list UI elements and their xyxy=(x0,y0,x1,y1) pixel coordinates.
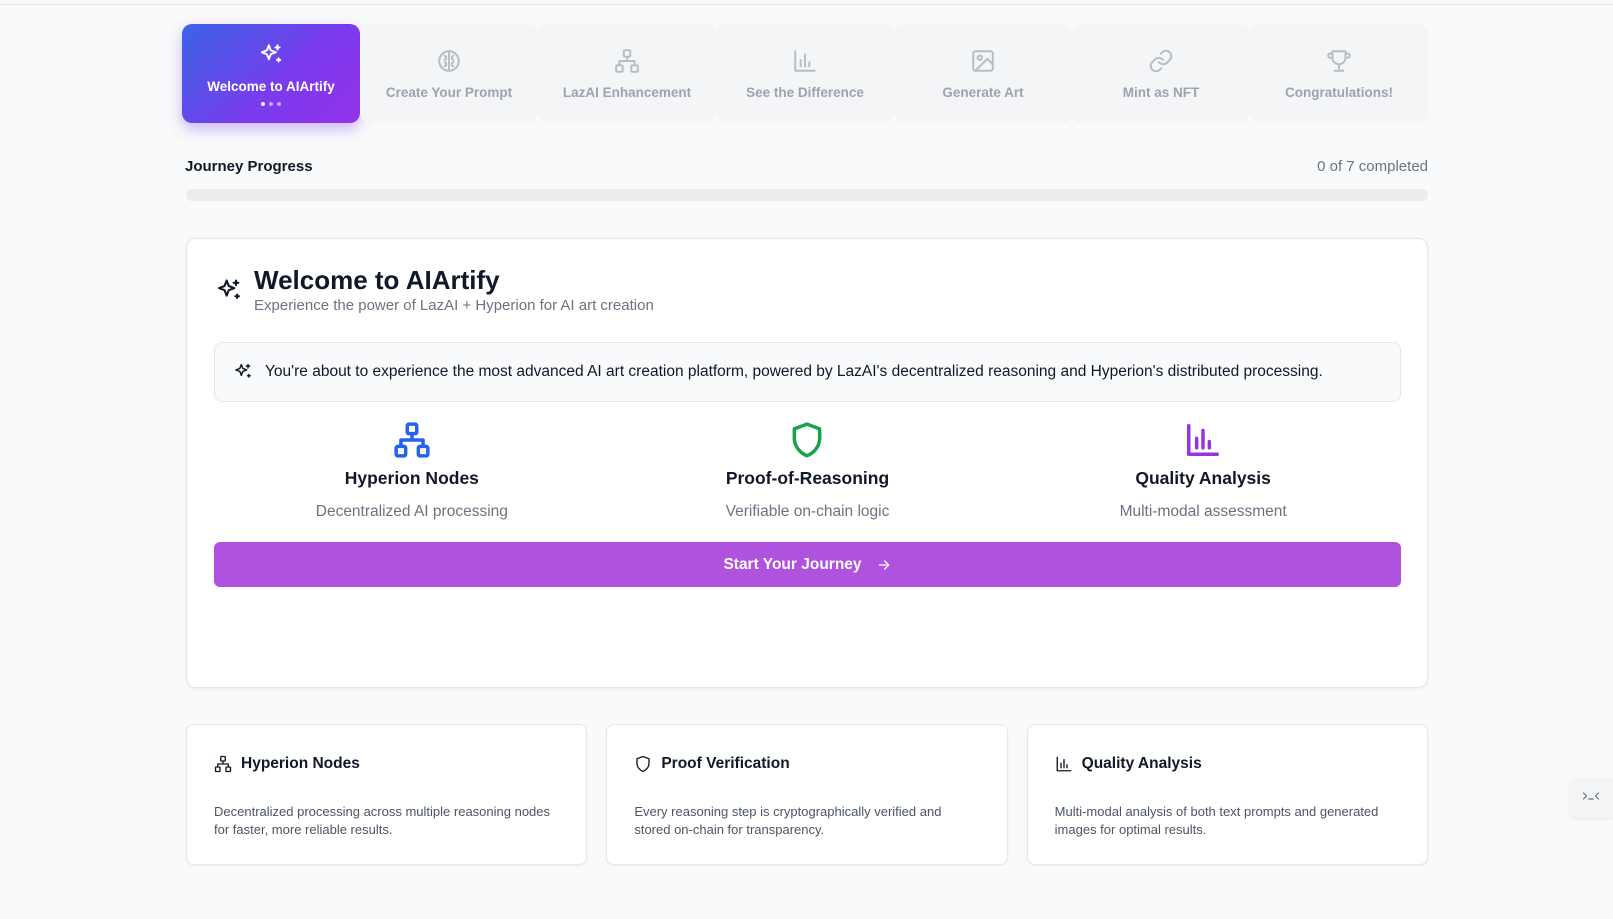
progress-title: Journey Progress xyxy=(185,158,313,175)
network-icon xyxy=(393,421,431,459)
step-welcome[interactable]: Welcome to AIArtify xyxy=(182,24,360,123)
progress-header: Journey Progress 0 of 7 completed xyxy=(185,158,1428,175)
bar-chart-icon xyxy=(1184,421,1222,459)
notice-text: You're about to experience the most adva… xyxy=(265,363,1323,380)
top-border xyxy=(0,0,1613,5)
feature-proof-of-reasoning: Proof-of-Reasoning Verifiable on-chain l… xyxy=(610,421,1006,521)
page-subtitle: Experience the power of LazAI + Hyperion… xyxy=(254,297,654,314)
feature-desc: Verifiable on-chain logic xyxy=(725,503,890,520)
feature-list: Hyperion Nodes Decentralized AI processi… xyxy=(214,421,1401,521)
info-card-proof: Proof Verification Every reasoning step … xyxy=(606,724,1008,865)
info-cards: Hyperion Nodes Decentralized processing … xyxy=(186,724,1428,865)
info-card-quality: Quality Analysis Multi-modal analysis of… xyxy=(1026,724,1428,865)
info-card-title: Quality Analysis xyxy=(1081,755,1202,772)
info-card-desc: Decentralized processing across multiple… xyxy=(214,804,551,837)
progress-bar xyxy=(186,189,1428,201)
shield-icon xyxy=(788,421,826,459)
network-icon xyxy=(613,47,641,75)
info-card-desc: Multi-modal analysis of both text prompt… xyxy=(1054,804,1379,837)
shield-icon xyxy=(634,755,652,773)
welcome-card: Welcome to AIArtify Experience the power… xyxy=(186,238,1428,688)
sparkles-icon xyxy=(233,362,253,382)
progress-count: 0 of 7 completed xyxy=(1317,158,1428,175)
info-card-hyperion: Hyperion Nodes Decentralized processing … xyxy=(186,724,588,865)
step-dots xyxy=(261,102,281,106)
step-lazai-enhancement[interactable]: LazAI Enhancement xyxy=(538,24,716,123)
info-card-desc: Every reasoning step is cryptographicall… xyxy=(634,804,942,837)
step-label: Create Your Prompt xyxy=(385,85,513,100)
sparkles-icon xyxy=(215,277,243,305)
code-icon xyxy=(1582,789,1600,808)
feature-hyperion-nodes: Hyperion Nodes Decentralized AI processi… xyxy=(214,421,610,521)
step-label: Generate Art xyxy=(942,85,1024,100)
dev-tools-toggle[interactable] xyxy=(1569,778,1613,818)
feature-desc: Multi-modal assessment xyxy=(1119,503,1287,520)
journey-steps: Welcome to AIArtify Create Your Prompt L… xyxy=(182,24,1428,123)
step-label: Congratulations! xyxy=(1285,85,1393,100)
sparkles-icon xyxy=(257,41,285,69)
step-generate-art[interactable]: Generate Art xyxy=(894,24,1072,123)
step-congratulations[interactable]: Congratulations! xyxy=(1250,24,1428,123)
bar-chart-icon xyxy=(791,47,819,75)
step-create-prompt[interactable]: Create Your Prompt xyxy=(360,24,538,123)
feature-desc: Decentralized AI processing xyxy=(315,503,508,520)
link-icon xyxy=(1147,47,1175,75)
step-label: See the Difference xyxy=(746,85,864,100)
info-notice: You're about to experience the most adva… xyxy=(214,342,1401,402)
step-label: Mint as NFT xyxy=(1122,85,1200,100)
brain-icon xyxy=(435,47,463,75)
feature-quality-analysis: Quality Analysis Multi-modal assessment xyxy=(1005,421,1401,521)
start-journey-label: Start Your Journey xyxy=(723,555,862,573)
feature-title: Proof-of-Reasoning xyxy=(725,468,890,488)
page-title: Welcome to AIArtify xyxy=(254,265,500,295)
step-see-difference[interactable]: See the Difference xyxy=(716,24,894,123)
card-header: Welcome to AIArtify Experience the power… xyxy=(215,265,654,314)
bar-chart-icon xyxy=(1055,755,1073,773)
trophy-icon xyxy=(1325,47,1353,75)
step-label: LazAI Enhancement xyxy=(562,85,692,100)
info-card-title: Proof Verification xyxy=(661,755,790,772)
arrow-right-icon xyxy=(876,557,892,573)
feature-title: Quality Analysis xyxy=(1135,468,1271,488)
feature-title: Hyperion Nodes xyxy=(344,468,479,488)
network-icon xyxy=(214,755,232,773)
start-journey-button[interactable]: Start Your Journey xyxy=(214,542,1401,587)
step-label: Welcome to AIArtify xyxy=(207,79,335,94)
step-mint-nft[interactable]: Mint as NFT xyxy=(1072,24,1250,123)
info-card-title: Hyperion Nodes xyxy=(241,755,360,772)
image-icon xyxy=(969,47,997,75)
